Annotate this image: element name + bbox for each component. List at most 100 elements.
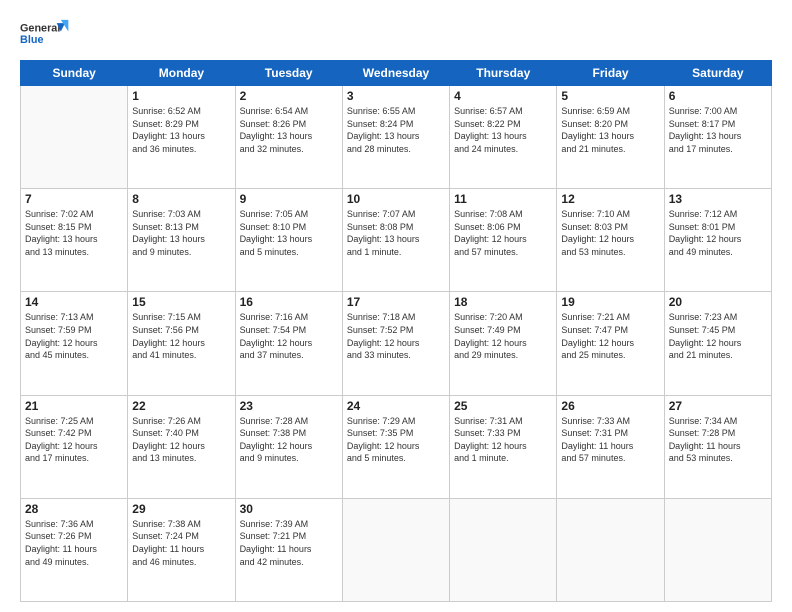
day-info: Sunrise: 7:28 AM Sunset: 7:38 PM Dayligh… [240,415,338,465]
table-row: 5 Sunrise: 6:59 AM Sunset: 8:20 PM Daylig… [557,86,664,189]
table-row: 6 Sunrise: 7:00 AM Sunset: 8:17 PM Daylig… [664,86,771,189]
day-info: Sunrise: 7:18 AM Sunset: 7:52 PM Dayligh… [347,311,445,361]
col-thursday: Thursday [450,61,557,86]
day-number: 15 [132,295,230,309]
table-row: 21 Sunrise: 7:25 AM Sunset: 7:42 PM Dayli… [21,395,128,498]
day-number: 20 [669,295,767,309]
table-row: 11 Sunrise: 7:08 AM Sunset: 8:06 PM Dayli… [450,189,557,292]
day-number: 5 [561,89,659,103]
table-row: 1 Sunrise: 6:52 AM Sunset: 8:29 PM Daylig… [128,86,235,189]
day-info: Sunrise: 7:38 AM Sunset: 7:24 PM Dayligh… [132,518,230,568]
table-row: 12 Sunrise: 7:10 AM Sunset: 8:03 PM Dayli… [557,189,664,292]
day-number: 21 [25,399,123,413]
day-number: 29 [132,502,230,516]
day-number: 9 [240,192,338,206]
day-number: 11 [454,192,552,206]
table-row: 7 Sunrise: 7:02 AM Sunset: 8:15 PM Daylig… [21,189,128,292]
day-number: 17 [347,295,445,309]
table-row: 15 Sunrise: 7:15 AM Sunset: 7:56 PM Dayli… [128,292,235,395]
table-row: 23 Sunrise: 7:28 AM Sunset: 7:38 PM Dayli… [235,395,342,498]
page-header: General Blue [20,16,772,52]
day-info: Sunrise: 7:39 AM Sunset: 7:21 PM Dayligh… [240,518,338,568]
table-row: 20Sunrise: 7:23 AM Sunset: 7:45 PM Dayli… [664,292,771,395]
day-info: Sunrise: 7:10 AM Sunset: 8:03 PM Dayligh… [561,208,659,258]
day-number: 18 [454,295,552,309]
day-info: Sunrise: 7:20 AM Sunset: 7:49 PM Dayligh… [454,311,552,361]
day-info: Sunrise: 7:13 AM Sunset: 7:59 PM Dayligh… [25,311,123,361]
day-info: Sunrise: 7:33 AM Sunset: 7:31 PM Dayligh… [561,415,659,465]
day-number: 4 [454,89,552,103]
day-info: Sunrise: 6:54 AM Sunset: 8:26 PM Dayligh… [240,105,338,155]
calendar-week-row: 14 Sunrise: 7:13 AM Sunset: 7:59 PM Dayli… [21,292,772,395]
day-number: 30 [240,502,338,516]
day-info: Sunrise: 7:08 AM Sunset: 8:06 PM Dayligh… [454,208,552,258]
day-info: Sunrise: 6:52 AM Sunset: 8:29 PM Dayligh… [132,105,230,155]
table-row: 19 Sunrise: 7:21 AM Sunset: 7:47 PM Dayli… [557,292,664,395]
svg-text:General: General [20,23,60,35]
day-info: Sunrise: 7:12 AM Sunset: 8:01 PM Dayligh… [669,208,767,258]
day-info: Sunrise: 6:57 AM Sunset: 8:22 PM Dayligh… [454,105,552,155]
table-row [342,498,449,601]
day-number: 22 [132,399,230,413]
day-number: 13 [669,192,767,206]
day-number: 26 [561,399,659,413]
table-row: 25Sunrise: 7:31 AM Sunset: 7:33 PM Dayli… [450,395,557,498]
table-row: 16 Sunrise: 7:16 AM Sunset: 7:54 PM Dayli… [235,292,342,395]
table-row: 26 Sunrise: 7:33 AM Sunset: 7:31 PM Dayli… [557,395,664,498]
day-info: Sunrise: 7:07 AM Sunset: 8:08 PM Dayligh… [347,208,445,258]
day-number: 7 [25,192,123,206]
day-info: Sunrise: 6:59 AM Sunset: 8:20 PM Dayligh… [561,105,659,155]
day-number: 19 [561,295,659,309]
day-info: Sunrise: 7:03 AM Sunset: 8:13 PM Dayligh… [132,208,230,258]
day-info: Sunrise: 7:34 AM Sunset: 7:28 PM Dayligh… [669,415,767,465]
col-monday: Monday [128,61,235,86]
col-sunday: Sunday [21,61,128,86]
calendar-week-row: 28 Sunrise: 7:36 AM Sunset: 7:26 PM Dayli… [21,498,772,601]
col-saturday: Saturday [664,61,771,86]
day-number: 23 [240,399,338,413]
calendar-week-row: 21 Sunrise: 7:25 AM Sunset: 7:42 PM Dayli… [21,395,772,498]
table-row: 4 Sunrise: 6:57 AM Sunset: 8:22 PM Daylig… [450,86,557,189]
day-number: 12 [561,192,659,206]
table-row: 14 Sunrise: 7:13 AM Sunset: 7:59 PM Dayli… [21,292,128,395]
day-number: 8 [132,192,230,206]
day-number: 27 [669,399,767,413]
day-info: Sunrise: 7:15 AM Sunset: 7:56 PM Dayligh… [132,311,230,361]
calendar-table: Sunday Monday Tuesday Wednesday Thursday… [20,60,772,602]
day-number: 14 [25,295,123,309]
day-info: Sunrise: 7:29 AM Sunset: 7:35 PM Dayligh… [347,415,445,465]
table-row [557,498,664,601]
day-info: Sunrise: 7:25 AM Sunset: 7:42 PM Dayligh… [25,415,123,465]
day-info: Sunrise: 7:21 AM Sunset: 7:47 PM Dayligh… [561,311,659,361]
table-row: 27 Sunrise: 7:34 AM Sunset: 7:28 PM Dayli… [664,395,771,498]
day-info: Sunrise: 6:55 AM Sunset: 8:24 PM Dayligh… [347,105,445,155]
calendar-header-row: Sunday Monday Tuesday Wednesday Thursday… [21,61,772,86]
logo: General Blue [20,16,70,52]
table-row: 13 Sunrise: 7:12 AM Sunset: 8:01 PM Dayli… [664,189,771,292]
table-row: 8 Sunrise: 7:03 AM Sunset: 8:13 PM Daylig… [128,189,235,292]
table-row: 30 Sunrise: 7:39 AM Sunset: 7:21 PM Dayli… [235,498,342,601]
day-info: Sunrise: 7:02 AM Sunset: 8:15 PM Dayligh… [25,208,123,258]
day-info: Sunrise: 7:16 AM Sunset: 7:54 PM Dayligh… [240,311,338,361]
table-row: 28 Sunrise: 7:36 AM Sunset: 7:26 PM Dayli… [21,498,128,601]
col-friday: Friday [557,61,664,86]
day-info: Sunrise: 7:26 AM Sunset: 7:40 PM Dayligh… [132,415,230,465]
col-tuesday: Tuesday [235,61,342,86]
day-number: 1 [132,89,230,103]
table-row: 10Sunrise: 7:07 AM Sunset: 8:08 PM Dayli… [342,189,449,292]
table-row: 3Sunrise: 6:55 AM Sunset: 8:24 PM Daylig… [342,86,449,189]
day-number: 6 [669,89,767,103]
table-row: 17 Sunrise: 7:18 AM Sunset: 7:52 PM Dayli… [342,292,449,395]
svg-text:Blue: Blue [20,34,43,46]
table-row [664,498,771,601]
day-number: 16 [240,295,338,309]
day-info: Sunrise: 7:00 AM Sunset: 8:17 PM Dayligh… [669,105,767,155]
day-number: 24 [347,399,445,413]
day-number: 25 [454,399,552,413]
day-number: 28 [25,502,123,516]
calendar-week-row: 1 Sunrise: 6:52 AM Sunset: 8:29 PM Daylig… [21,86,772,189]
day-info: Sunrise: 7:36 AM Sunset: 7:26 PM Dayligh… [25,518,123,568]
day-info: Sunrise: 7:05 AM Sunset: 8:10 PM Dayligh… [240,208,338,258]
col-wednesday: Wednesday [342,61,449,86]
table-row: 22 Sunrise: 7:26 AM Sunset: 7:40 PM Dayli… [128,395,235,498]
